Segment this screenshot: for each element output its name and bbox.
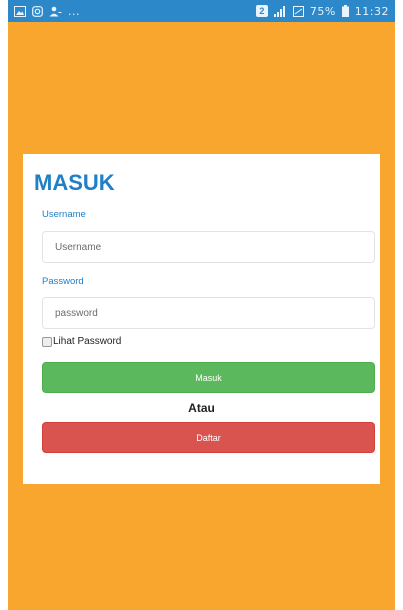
login-button[interactable]: Masuk — [42, 362, 375, 393]
sim-badge: 2 — [255, 5, 268, 17]
image-notification-icon — [14, 5, 26, 17]
show-password-label[interactable]: Lihat Password — [53, 336, 121, 347]
username-input[interactable] — [42, 231, 375, 263]
page-title: MASUK — [34, 170, 115, 195]
instagram-icon — [32, 5, 43, 17]
or-divider-text: Atau — [188, 401, 215, 415]
data-icon — [292, 5, 304, 17]
signal-icon — [273, 5, 287, 17]
user-add-icon — [49, 6, 62, 17]
password-label: Password — [42, 276, 84, 287]
show-password-row[interactable]: Lihat Password — [42, 336, 121, 347]
battery-percent: 75% — [309, 4, 336, 18]
login-card: MASUK Username Password Lihat Password M… — [23, 154, 380, 484]
register-button[interactable]: Daftar — [42, 422, 375, 453]
password-input[interactable] — [42, 297, 375, 329]
battery-icon — [341, 5, 349, 17]
status-bar-left: ... — [14, 5, 80, 18]
more-notifications-text: ... — [68, 4, 80, 18]
show-password-checkbox[interactable] — [42, 336, 52, 347]
username-label: Username — [42, 209, 86, 220]
status-bar-right: 2 75% 11:32 — [255, 4, 389, 18]
status-bar: ... 2 75% 11:32 — [8, 0, 395, 22]
clock: 11:32 — [354, 4, 389, 18]
app-screen: ... 2 75% 11:32 MASUK Username Password … — [8, 0, 395, 610]
